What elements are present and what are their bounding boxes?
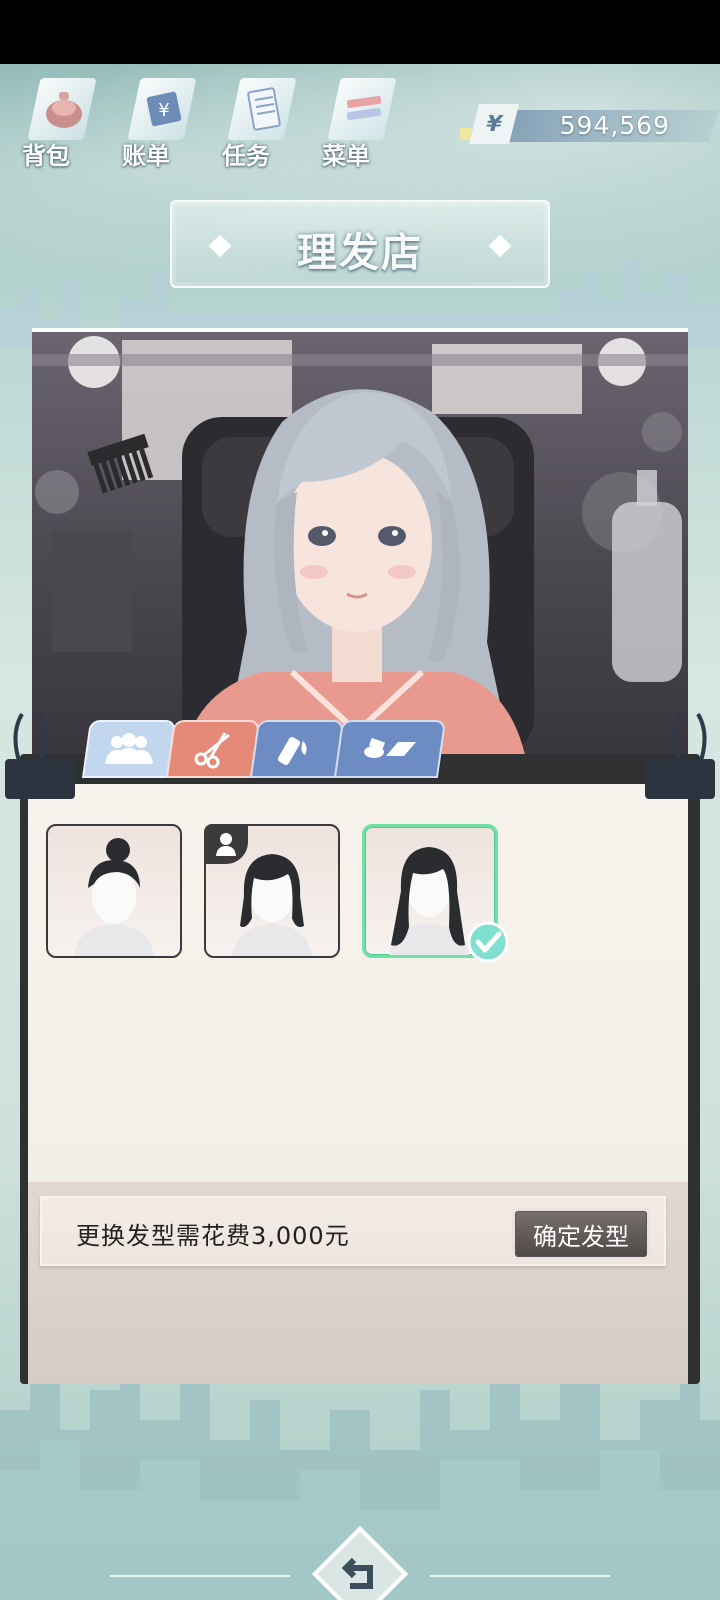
cost-text: 更换发型需花费3,000元 [76, 1222, 350, 1250]
currency-value: 594,569 [559, 111, 670, 140]
bag-icon [36, 78, 92, 140]
bill-icon: ¥ [136, 78, 192, 140]
menu-bag-label: 背包 [22, 142, 70, 170]
tab-hairstyle[interactable] [165, 720, 261, 778]
confirm-hairstyle-button[interactable]: 确定发型 [512, 1208, 650, 1260]
back-arrow-icon [311, 1525, 409, 1600]
people-icon [105, 733, 153, 764]
svg-text:¥: ¥ [158, 100, 169, 121]
status-bar [0, 0, 720, 64]
tab-face[interactable] [81, 720, 177, 778]
hairstyle-card-medium[interactable] [204, 824, 340, 958]
task-icon [236, 78, 292, 140]
menu-menu-label: 菜单 [322, 142, 370, 170]
scissors-icon [194, 732, 230, 769]
hairstyle-card-bun[interactable] [46, 824, 182, 958]
menu-menu-button[interactable]: 菜单 [320, 72, 397, 172]
menu-task-button[interactable]: 任务 [220, 72, 297, 172]
makeup-icon [277, 736, 307, 766]
menu-bill-button[interactable]: ¥ 账单 [120, 72, 197, 172]
top-menu: 背包 ¥ 账单 任务 菜单 [20, 72, 397, 172]
tab-makeup[interactable] [249, 720, 345, 778]
game-scene: 背包 ¥ 账单 任务 菜单 ¥ 594,569 理发店 更换发型需花费3,000… [0, 64, 720, 1600]
divider-ornament-right [430, 1575, 610, 1577]
binder-clip-right [645, 712, 715, 799]
divider-ornament-left [110, 1575, 290, 1577]
menu-icon [336, 78, 392, 140]
binder-clip-left [5, 712, 75, 799]
menu-bag-button[interactable]: 背包 [20, 72, 97, 172]
salon-scene-illustration [32, 336, 688, 760]
title-plaque: 理发店 [170, 200, 550, 288]
accessories-icon [364, 737, 416, 758]
menu-task-label: 任务 [222, 142, 270, 170]
hairstyle-list [46, 824, 509, 963]
back-button[interactable] [310, 1524, 410, 1600]
hairstyle-cost-bar: 更换发型需花费3,000元 确定发型 [40, 1196, 666, 1266]
hairstyle-card-long[interactable] [362, 824, 509, 963]
check-icon [467, 921, 509, 963]
currency-display: ¥ 594,569 [460, 104, 720, 144]
tab-accessories[interactable] [333, 720, 447, 778]
character-preview [32, 328, 688, 760]
menu-bill-label: 账单 [122, 142, 170, 170]
category-tabs [81, 720, 447, 780]
bun-hairstyle-icon [74, 838, 154, 956]
currency-symbol: ¥ [483, 111, 505, 137]
